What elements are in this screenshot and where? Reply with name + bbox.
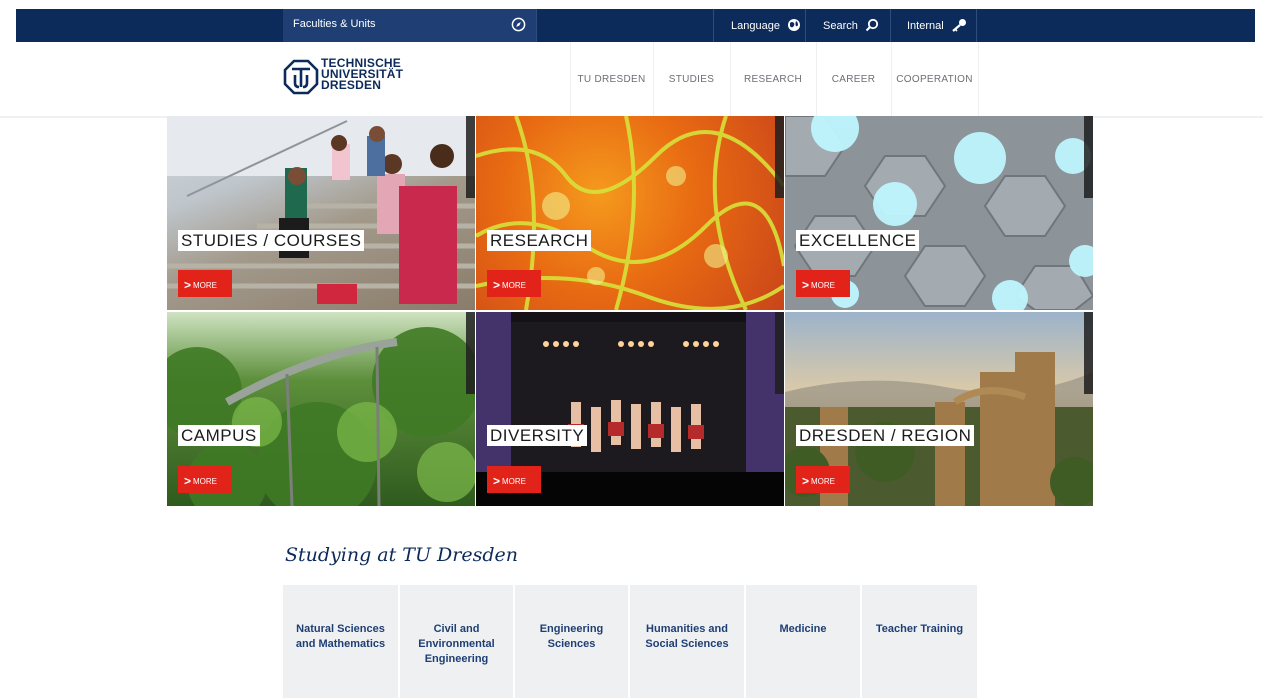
nav-item-career[interactable]: CAREER	[816, 42, 891, 116]
globe-icon	[788, 19, 801, 31]
chevron-right-icon: >	[493, 474, 501, 488]
more-label: MORE	[193, 281, 218, 290]
more-label: MORE	[811, 281, 836, 290]
tile-campus[interactable]: CAMPUS > MORE	[167, 312, 475, 506]
study-area-humanities[interactable]: Humanities and Social Sciences	[630, 585, 744, 698]
study-area-label: Teacher Training	[875, 623, 964, 635]
university-emblem-icon	[283, 59, 319, 95]
tile-label: RESEARCH	[487, 230, 592, 251]
site-header: TECHNISCHE UNIVERSITÄT DRESDEN TU DRESDE…	[0, 42, 1263, 118]
chevron-right-icon: >	[802, 278, 810, 292]
nav-item-studies[interactable]: STUDIES	[653, 42, 730, 116]
compass-icon	[511, 17, 526, 32]
study-area-label: Humanities and Social Sciences	[645, 623, 729, 650]
topbar-divider	[976, 9, 977, 42]
more-button[interactable]: > MORE	[487, 270, 541, 297]
chevron-right-icon: >	[184, 474, 192, 488]
logo-line: DRESDEN	[321, 78, 382, 92]
search-icon	[865, 18, 879, 32]
study-area-medicine[interactable]: Medicine	[746, 585, 860, 698]
search-label: Search	[823, 20, 858, 32]
study-area-engineering-sciences[interactable]: Engineering Sciences	[515, 585, 628, 698]
more-button[interactable]: > MORE	[796, 270, 850, 297]
language-button[interactable]: Language	[731, 9, 801, 42]
search-button[interactable]: Search	[823, 9, 879, 42]
chevron-right-icon: >	[493, 278, 501, 292]
tile-dresden-region[interactable]: DRESDEN / REGION > MORE	[785, 312, 1093, 506]
more-button[interactable]: > MORE	[796, 466, 850, 493]
topbar-divider	[890, 9, 891, 42]
studying-section-title: Studying at TU Dresden	[285, 544, 518, 566]
topbar-divider	[536, 9, 537, 42]
photo-credit	[775, 312, 784, 394]
study-area-label: Medicine	[779, 623, 827, 635]
key-icon	[952, 19, 966, 32]
photo-credit	[466, 312, 475, 394]
language-label: Language	[731, 20, 780, 32]
tile-label: EXCELLENCE	[796, 230, 920, 251]
study-area-label: Civil and Environmental Engineering	[418, 623, 495, 665]
faculties-units-button[interactable]: Faculties & Units	[283, 9, 536, 42]
tu-dresden-logo[interactable]: TECHNISCHE UNIVERSITÄT DRESDEN	[283, 56, 423, 100]
tile-studies-courses[interactable]: STUDIES / COURSES > MORE	[167, 116, 475, 310]
more-label: MORE	[193, 477, 218, 486]
tile-label: STUDIES / COURSES	[178, 230, 365, 251]
nav-item-tu-dresden[interactable]: TU DRESDEN	[570, 42, 653, 116]
tile-label: DRESDEN / REGION	[796, 425, 975, 446]
internal-label: Internal	[907, 20, 944, 32]
more-button[interactable]: > MORE	[178, 466, 232, 493]
more-label: MORE	[811, 477, 836, 486]
logo-wordmark: TECHNISCHE UNIVERSITÄT DRESDEN	[321, 57, 403, 92]
internal-button[interactable]: Internal	[907, 9, 967, 42]
tile-diversity[interactable]: DIVERSITY > MORE	[476, 312, 784, 506]
chevron-right-icon: >	[802, 474, 810, 488]
teaser-tile-grid: STUDIES / COURSES >MORE RESEARCH >MORE	[167, 116, 1093, 506]
topbar-divider	[805, 9, 806, 42]
study-area-teacher-training[interactable]: Teacher Training	[862, 585, 977, 698]
nav-divider	[978, 42, 979, 116]
chevron-right-icon: >	[184, 278, 192, 292]
nav-item-research[interactable]: RESEARCH	[730, 42, 816, 116]
more-button[interactable]: > MORE	[178, 270, 232, 297]
study-area-label: Natural Sciences and Mathematics	[295, 623, 386, 650]
nav-item-cooperation[interactable]: COOPERATION	[891, 42, 978, 116]
tile-label: DIVERSITY	[487, 425, 588, 446]
tile-research[interactable]: RESEARCH > MORE	[476, 116, 784, 310]
top-utility-bar: Faculties & Units Language Search Intern…	[16, 9, 1255, 42]
photo-credit	[466, 116, 475, 198]
topbar-divider	[713, 9, 714, 42]
photo-credit	[775, 116, 784, 198]
more-button[interactable]: > MORE	[487, 466, 541, 493]
study-area-civil-engineering[interactable]: Civil and Environmental Engineering	[400, 585, 513, 698]
photo-credit	[1084, 312, 1093, 394]
study-area-natural-sciences[interactable]: Natural Sciences and Mathematics	[283, 585, 398, 698]
more-label: MORE	[502, 477, 527, 486]
study-area-label: Engineering Sciences	[539, 623, 604, 650]
faculties-units-label: Faculties & Units	[293, 18, 376, 30]
tile-excellence[interactable]: EXCELLENCE > MORE	[785, 116, 1093, 310]
tile-label: CAMPUS	[178, 425, 260, 446]
more-label: MORE	[502, 281, 527, 290]
photo-credit	[1084, 116, 1093, 198]
